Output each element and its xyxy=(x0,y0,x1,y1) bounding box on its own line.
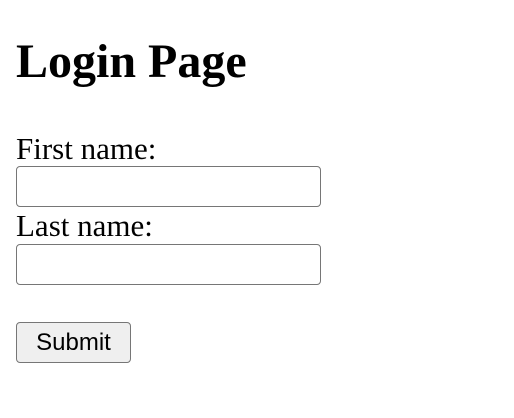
page-title: Login Page xyxy=(16,35,247,88)
last-name-label: Last name: xyxy=(16,208,153,243)
last-name-input[interactable] xyxy=(16,244,321,285)
first-name-label: First name: xyxy=(16,131,157,166)
first-name-input[interactable] xyxy=(16,166,321,207)
submit-button[interactable]: Submit xyxy=(16,322,131,363)
